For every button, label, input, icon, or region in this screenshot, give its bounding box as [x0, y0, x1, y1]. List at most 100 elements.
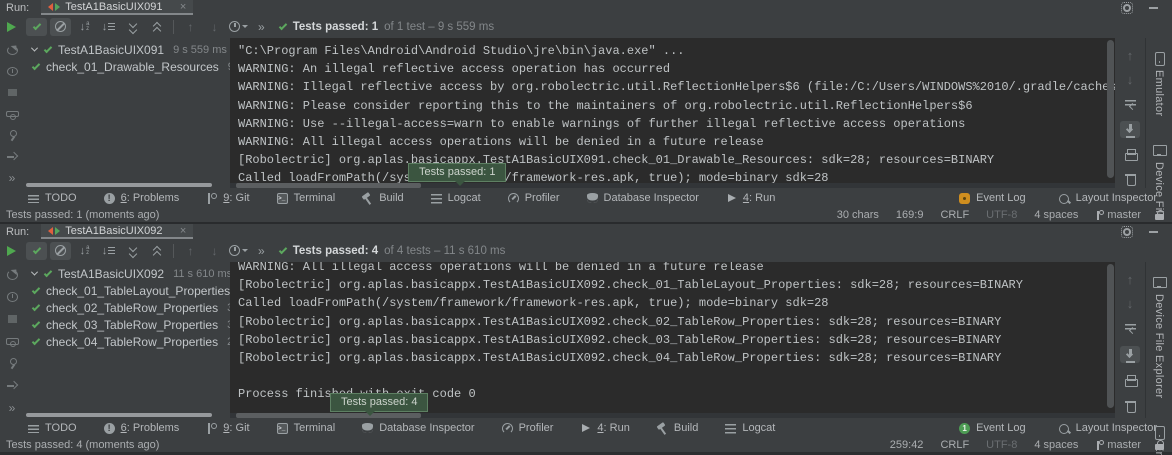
- console-vertical-scrollbar[interactable]: [1107, 40, 1114, 178]
- scroll-to-end-button[interactable]: [1120, 346, 1140, 363]
- previous-occurrence-button[interactable]: ↑: [180, 18, 201, 36]
- sort-alphabetically-button[interactable]: ↓a z: [74, 242, 95, 260]
- test-tree-row[interactable]: check_01_TableLayout_Properties 10 s 644…: [24, 282, 230, 299]
- rerun-tests-button[interactable]: [7, 22, 16, 32]
- test-tree-row[interactable]: check_04_TableRow_Properties 278 ms: [24, 333, 230, 350]
- chevron-down-icon[interactable]: [31, 269, 38, 276]
- tool-stripe-button[interactable]: Emulator: [1153, 52, 1165, 116]
- collapse-all-button[interactable]: [146, 18, 167, 36]
- lock-icon[interactable]: [1155, 440, 1164, 450]
- test-history-button[interactable]: [228, 18, 249, 36]
- chevron-down-icon[interactable]: [31, 45, 38, 52]
- hidden-stripe-chevron[interactable]: »: [9, 171, 16, 185]
- git-branch[interactable]: master: [1095, 439, 1141, 451]
- tool-window-button[interactable]: Event Log: [953, 420, 1031, 437]
- tool-window-button[interactable]: Profiler: [502, 190, 565, 207]
- file-encoding[interactable]: UTF-8: [986, 209, 1017, 221]
- up-stacktrace-icon[interactable]: ↑: [1127, 48, 1134, 63]
- tool-window-button[interactable]: 4: Run: [720, 190, 780, 207]
- stop-icon[interactable]: [6, 87, 19, 98]
- console-output[interactable]: "C:\Program Files\Android\Android Studio…: [230, 38, 1115, 188]
- show-passed-button[interactable]: [26, 18, 47, 36]
- tool-window-button[interactable]: Logcat: [425, 190, 486, 207]
- expand-all-button[interactable]: [122, 242, 143, 260]
- tool-window-button[interactable]: Database Inspector: [356, 420, 479, 437]
- test-history-icon[interactable]: [6, 291, 19, 303]
- sort-alphabetically-button[interactable]: ↓a z: [74, 18, 95, 36]
- test-tree-row[interactable]: check_02_TableRow_Properties 344 ms: [24, 299, 230, 316]
- tool-window-button[interactable]: Event Log: [953, 190, 1031, 207]
- tree-horizontal-scrollbar[interactable]: [26, 183, 212, 187]
- run-tab[interactable]: TestA1BasicUIX091 ×: [41, 0, 193, 15]
- test-tree-row[interactable]: TestA1BasicUIX092 (org.aplas.basicappx) …: [24, 265, 230, 282]
- pin-icon[interactable]: [6, 357, 19, 369]
- clear-all-button[interactable]: [1120, 172, 1140, 188]
- rerun-icon[interactable]: [6, 269, 19, 281]
- indent-setting[interactable]: 4 spaces: [1034, 209, 1078, 221]
- tool-stripe-button[interactable]: Device File Explorer: [1153, 276, 1165, 398]
- git-branch[interactable]: master: [1095, 209, 1141, 221]
- show-ignored-button[interactable]: [50, 242, 71, 260]
- tool-window-button[interactable]: Database Inspector: [581, 190, 704, 207]
- gear-icon[interactable]: [1121, 226, 1133, 238]
- tool-window-button[interactable]: TODO: [22, 190, 82, 207]
- import-test-results-icon[interactable]: [6, 379, 19, 391]
- screenshot-icon[interactable]: [6, 335, 19, 347]
- tool-window-button[interactable]: TODO: [22, 420, 82, 437]
- print-button[interactable]: [1120, 372, 1140, 389]
- tool-window-button[interactable]: Terminal: [271, 420, 341, 437]
- line-ending[interactable]: CRLF: [940, 209, 969, 221]
- clear-all-button[interactable]: [1120, 398, 1140, 415]
- next-occurrence-button[interactable]: ↓: [204, 18, 225, 36]
- up-stacktrace-icon[interactable]: ↑: [1127, 272, 1134, 287]
- collapse-all-button[interactable]: [146, 242, 167, 260]
- console-vertical-scrollbar[interactable]: [1107, 264, 1114, 408]
- test-history-icon[interactable]: [6, 66, 19, 77]
- tool-window-button[interactable]: Terminal: [271, 190, 341, 207]
- tool-window-button[interactable]: Logcat: [719, 420, 780, 437]
- tree-horizontal-scrollbar[interactable]: [26, 413, 212, 417]
- caret-position[interactable]: 169:9: [896, 209, 924, 221]
- caret-position[interactable]: 259:42: [890, 439, 924, 451]
- gear-icon[interactable]: [1121, 2, 1133, 14]
- sort-by-duration-button[interactable]: ↓: [98, 242, 119, 260]
- import-test-results-icon[interactable]: [6, 150, 19, 161]
- rerun-tests-button[interactable]: [7, 246, 16, 256]
- lock-icon[interactable]: [1155, 210, 1164, 220]
- tool-window-button[interactable]: 6: Problems: [98, 420, 185, 437]
- down-stacktrace-icon[interactable]: ↓: [1127, 296, 1134, 311]
- soft-wrap-button[interactable]: [1120, 96, 1140, 112]
- line-ending[interactable]: CRLF: [940, 439, 969, 451]
- hidden-stripe-chevron[interactable]: »: [9, 401, 16, 415]
- tool-window-button[interactable]: Layout Inspector: [1053, 420, 1162, 437]
- test-tree-row[interactable]: check_01_Drawable_Resources 9 s 559 ms: [24, 58, 230, 75]
- tool-window-button[interactable]: Build: [356, 190, 408, 207]
- pin-icon[interactable]: [6, 129, 19, 140]
- minimize-icon[interactable]: [1149, 7, 1158, 9]
- rerun-icon[interactable]: [6, 45, 19, 56]
- console-horizontal-scrollbar[interactable]: [230, 183, 1115, 188]
- sort-by-duration-button[interactable]: ↓: [98, 18, 119, 36]
- test-history-button[interactable]: [228, 242, 249, 260]
- tool-window-button[interactable]: 9: Git: [200, 420, 254, 437]
- indent-setting[interactable]: 4 spaces: [1034, 439, 1078, 451]
- more-actions-chevron[interactable]: »: [258, 20, 265, 34]
- screenshot-icon[interactable]: [6, 108, 19, 119]
- tool-window-button[interactable]: 6: Problems: [98, 190, 185, 207]
- console-horizontal-scrollbar[interactable]: [230, 413, 1115, 418]
- test-tree-row[interactable]: TestA1BasicUIX091 (org.aplas.basicappx) …: [24, 41, 230, 58]
- tool-window-button[interactable]: 4: Run: [574, 420, 634, 437]
- tool-window-button[interactable]: Profiler: [496, 420, 559, 437]
- run-tab[interactable]: TestA1BasicUIX092 ×: [41, 224, 193, 239]
- tool-window-button[interactable]: Build: [651, 420, 703, 437]
- show-passed-button[interactable]: [26, 242, 47, 260]
- close-icon[interactable]: ×: [180, 1, 186, 13]
- previous-occurrence-button[interactable]: ↑: [180, 242, 201, 260]
- soft-wrap-button[interactable]: [1120, 320, 1140, 337]
- minimize-icon[interactable]: [1149, 231, 1158, 233]
- down-stacktrace-icon[interactable]: ↓: [1127, 72, 1134, 87]
- tool-window-button[interactable]: Layout Inspector: [1053, 190, 1162, 207]
- show-ignored-button[interactable]: [50, 18, 71, 36]
- print-button[interactable]: [1120, 147, 1140, 163]
- close-icon[interactable]: ×: [180, 225, 186, 237]
